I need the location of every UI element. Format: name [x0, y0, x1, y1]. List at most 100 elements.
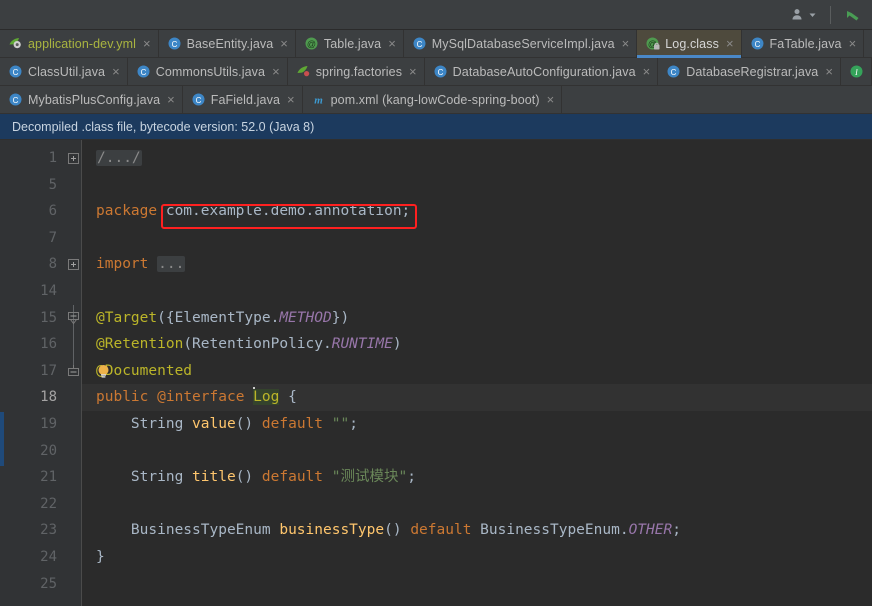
- user-dropdown-button[interactable]: [788, 5, 820, 24]
- tab-close-icon[interactable]: ×: [112, 65, 120, 78]
- editor-tab-commonsutils.java[interactable]: C CommonsUtils.java ×: [127, 58, 288, 85]
- space-6: [183, 416, 192, 432]
- editor-tab-classutil.java[interactable]: C ClassUtil.java ×: [0, 58, 128, 85]
- java-class-icon: C: [8, 92, 23, 107]
- editor-tab-log.class[interactable]: @ Log.class ×: [637, 30, 742, 58]
- tab-close-icon[interactable]: ×: [280, 37, 288, 50]
- tab-row-3: C MybatisPlusConfig.java × C FaField.java × m p…: [0, 86, 872, 114]
- package-name: com.example.demo.annotation;: [165, 203, 411, 220]
- editor-tab-fatable.java[interactable]: C FaTable.java ×: [741, 30, 865, 57]
- line-number-gutter: 1 5 6 7 8 14 15 16 17 18 19 20 21 22 23 24 25: [4, 140, 66, 606]
- code-content[interactable]: /.../ package com.example.demo.annotatio…: [82, 140, 872, 606]
- editor-tab-baseentity.java[interactable]: C BaseEntity.java ×: [158, 30, 296, 57]
- code-line-16: @Retention(RetentionPolicy.RUNTIME): [82, 331, 872, 358]
- spring-yaml-icon: [8, 36, 23, 51]
- svg-text:@: @: [307, 39, 316, 49]
- open-brace: {: [288, 389, 297, 406]
- tab-label: FaTable.java: [769, 36, 842, 51]
- chevron-down-icon: [808, 7, 817, 22]
- editor-tab-applicationdev.yml[interactable]: application-dev.yml ×: [0, 30, 159, 57]
- fold-marker-line8[interactable]: [68, 259, 79, 270]
- target-annotation: @Target: [96, 309, 158, 326]
- tab-close-icon[interactable]: ×: [409, 65, 417, 78]
- retention-annotation: @Retention: [96, 336, 184, 353]
- code-line-1: /.../: [82, 145, 872, 172]
- space-14: [471, 522, 480, 538]
- editor-tab-mysqldatabaseserviceimpl.java[interactable]: C MySqlDatabaseServiceImpl.java ×: [403, 30, 638, 57]
- space-5: [279, 389, 288, 405]
- line-number: 5: [48, 176, 57, 193]
- vcs-update-arrow-icon: [844, 7, 861, 22]
- code-folding-column[interactable]: [66, 140, 82, 606]
- tab-close-icon[interactable]: ×: [726, 37, 734, 50]
- space-11: [323, 469, 332, 485]
- line-number: 19: [40, 415, 57, 432]
- space-2: [148, 256, 157, 272]
- editor-tab-mybatisplusconfig.java[interactable]: C MybatisPlusConfig.java ×: [0, 86, 183, 113]
- editor-tab-spring.factories[interactable]: spring.factories ×: [287, 58, 425, 85]
- title-return-type: String: [130, 469, 184, 486]
- tab-close-icon[interactable]: ×: [388, 37, 396, 50]
- interface-keyword: @interface: [157, 389, 245, 406]
- target-open: ({ElementType.: [157, 309, 280, 326]
- tab-close-icon[interactable]: ×: [143, 37, 151, 50]
- tab-close-icon[interactable]: ×: [825, 65, 833, 78]
- tab-close-icon[interactable]: ×: [547, 93, 555, 106]
- editor-tabs: application-dev.yml × C BaseEntity.java × @ Ta…: [0, 30, 872, 114]
- tab-label: DatabaseRegistrar.java: [686, 64, 819, 79]
- retention-close: ): [392, 336, 402, 353]
- svg-text:I: I: [854, 68, 858, 77]
- fold-marker-line15-collapse[interactable]: [68, 312, 79, 325]
- tab-close-icon[interactable]: ×: [849, 37, 857, 50]
- indent-2: [96, 469, 131, 485]
- fold-marker-line17-end[interactable]: [68, 365, 79, 376]
- tab-close-icon[interactable]: ×: [622, 37, 630, 50]
- line-number: 18: [40, 389, 57, 406]
- space-8: [323, 416, 332, 432]
- vcs-update-button[interactable]: [841, 5, 864, 24]
- svg-text:C: C: [171, 40, 177, 49]
- tab-label: application-dev.yml: [28, 36, 136, 51]
- decompiled-banner-text: Decompiled .class file, bytecode version…: [12, 119, 315, 134]
- tab-label: Log.class: [665, 36, 719, 51]
- tab-close-icon[interactable]: ×: [167, 93, 175, 106]
- folded-comment[interactable]: /.../: [96, 150, 142, 166]
- java-class-icon: C: [750, 36, 765, 51]
- tab-label: MybatisPlusConfig.java: [28, 92, 161, 107]
- line-number: 6: [48, 203, 57, 220]
- semicolon-1: ;: [349, 415, 358, 432]
- spring-factories-icon: [296, 64, 311, 79]
- type-name-log: Log: [253, 389, 280, 406]
- semicolon-3: ;: [672, 522, 681, 539]
- tab-label: ClassUtil.java: [28, 64, 106, 79]
- editor-tab-pom.xml[interactable]: m pom.xml (kang-lowCode-spring-boot) ×: [302, 86, 563, 113]
- space-9: [183, 469, 192, 485]
- editor-tab-databaseregistrar.java[interactable]: C DatabaseRegistrar.java ×: [658, 58, 841, 85]
- editor-tab-table.java[interactable]: @ Table.java ×: [295, 30, 404, 57]
- tab-close-icon[interactable]: ×: [643, 65, 651, 78]
- tab-close-icon[interactable]: ×: [272, 65, 280, 78]
- editor-tab-overflow-5[interactable]: I: [840, 58, 872, 85]
- indent-1: [96, 416, 131, 432]
- java-class-icon: C: [167, 36, 182, 51]
- line-number: 1: [48, 150, 57, 166]
- code-editor[interactable]: 1 5 6 7 8 14 15 16 17 18 19 20 21 22 23 24 25: [0, 140, 872, 606]
- fold-marker-line1[interactable]: [68, 153, 79, 164]
- line-number: 22: [40, 495, 57, 512]
- lightbulb-icon[interactable]: [96, 364, 111, 379]
- businesstype-return-type: BusinessTypeEnum: [130, 522, 271, 539]
- java-class-icon: C: [136, 64, 151, 79]
- line-number: 15: [40, 309, 57, 326]
- tab-label: FaField.java: [210, 92, 281, 107]
- editor-tab-databaseautoconfiguration.java[interactable]: C DatabaseAutoConfiguration.java ×: [424, 58, 659, 85]
- tab-close-icon[interactable]: ×: [287, 93, 295, 106]
- svg-text:m: m: [314, 95, 323, 107]
- tab-label: pom.xml (kang-lowCode-spring-boot): [330, 92, 540, 107]
- code-line-15: @Target({ElementType.METHOD}): [82, 305, 872, 332]
- folded-imports[interactable]: ...: [157, 256, 186, 273]
- editor-tab-fafield.java[interactable]: C FaField.java ×: [182, 86, 303, 113]
